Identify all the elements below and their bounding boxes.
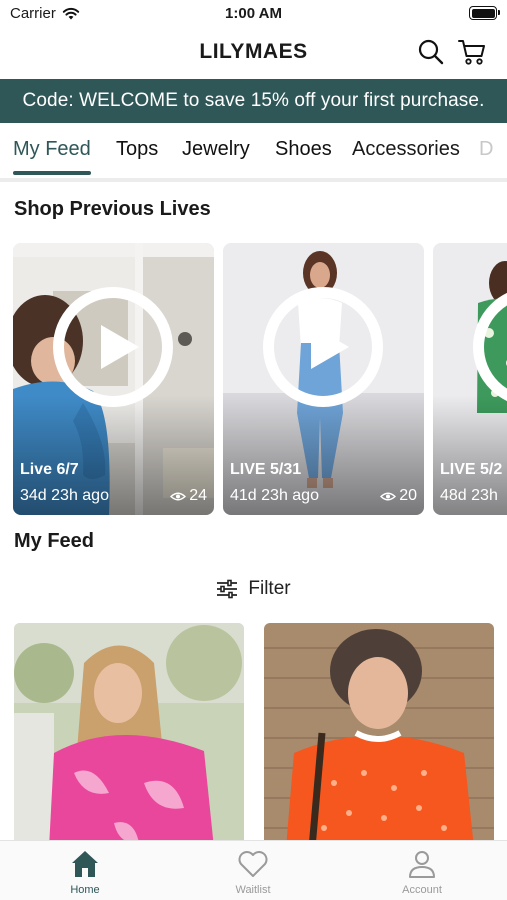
filter-button[interactable]: Filter [0,575,507,603]
my-feed-title: My Feed [14,530,95,552]
battery-icon [469,6,500,20]
nav-home-label: Home [70,884,100,896]
tabs-divider [0,178,507,182]
previous-lives-title: Shop Previous Lives [14,198,211,220]
sliders-icon [217,579,238,599]
live-card[interactable]: LIVE 5/31 41d 23h ago 20 [223,243,424,515]
tab-my-feed[interactable]: My Feed [13,138,91,161]
promo-banner[interactable]: Code: WELCOME to save 15% off your first… [0,79,507,123]
nav-account[interactable]: Account [362,847,482,896]
search-icon [418,39,444,65]
app-header: LILYMAES [0,28,507,78]
tab-jewelry[interactable]: Jewelry [182,138,250,161]
product-image [264,623,494,848]
live-ago: 48d 23h [440,487,498,504]
live-views: 24 [170,487,207,505]
status-time: 1:00 AM [225,5,282,22]
status-bar: Carrier 1:00 AM [0,0,507,28]
home-icon [72,851,98,877]
live-title: LIVE 5/2 [440,461,503,478]
category-tabs: My Feed Tops Jewelry Shoes Accessories D [0,123,507,179]
live-title: LIVE 5/31 [230,461,302,478]
views-count: 20 [399,487,417,504]
play-icon[interactable] [53,287,173,407]
product-image [14,623,244,848]
live-ago: 34d 23h ago [20,487,109,504]
search-button[interactable] [415,36,447,68]
live-title: Live 6/7 [20,461,79,478]
nav-waitlist-label: Waitlist [235,884,271,896]
play-icon[interactable] [263,287,383,407]
eye-icon [170,492,187,500]
person-icon [409,851,435,878]
nav-waitlist[interactable]: Waitlist [193,847,313,896]
product-card[interactable] [14,623,244,848]
live-views: 20 [380,487,417,505]
cart-icon [458,40,485,65]
tab-more[interactable]: D [479,138,493,161]
eye-icon [380,492,397,500]
nav-home[interactable]: Home [25,847,145,896]
promo-text: Code: WELCOME to save 15% off your first… [22,90,485,111]
live-ago: 41d 23h ago [230,487,319,504]
tab-tops[interactable]: Tops [116,138,158,161]
views-count: 24 [189,487,207,504]
bottom-nav: Home Waitlist Account [0,840,507,900]
nav-account-label: Account [402,884,442,896]
filter-label: Filter [248,578,291,599]
tab-accessories[interactable]: Accessories [352,138,460,161]
heart-icon [238,851,268,877]
previous-lives-carousel: Live 6/7 34d 23h ago 24 LIVE 5/31 41d 23… [0,243,507,515]
live-card[interactable]: LIVE 5/2 48d 23h [433,243,507,515]
cart-button[interactable] [456,36,488,68]
product-card[interactable] [264,623,494,848]
tab-shoes[interactable]: Shoes [275,138,332,161]
live-card[interactable]: Live 6/7 34d 23h ago 24 [13,243,214,515]
active-tab-indicator [13,171,91,175]
